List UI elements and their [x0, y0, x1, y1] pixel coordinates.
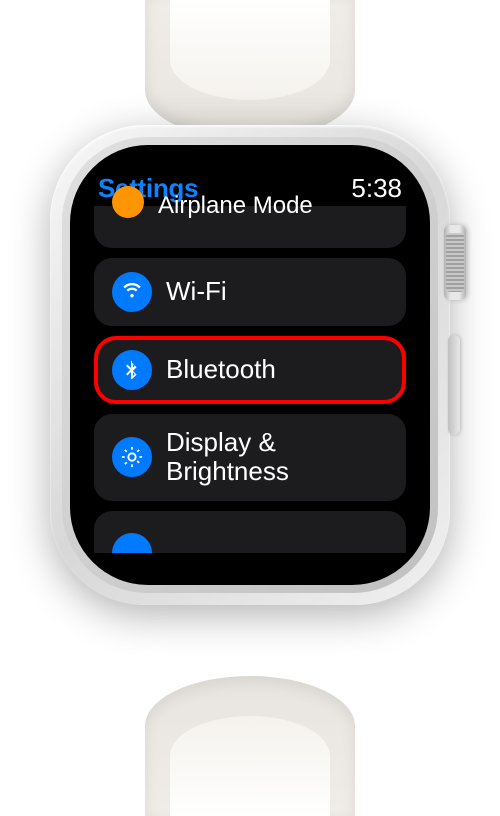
bluetooth-icon	[112, 350, 152, 390]
wifi-icon	[112, 272, 152, 312]
settings-item-label: Wi-Fi	[166, 277, 227, 307]
watch-band-bottom	[145, 676, 355, 816]
settings-item-label: Bluetooth	[166, 355, 276, 385]
settings-item-display[interactable]: Display & Brightness	[94, 414, 406, 502]
settings-item-airplane[interactable]: Airplane Mode	[94, 206, 406, 248]
settings-item-bluetooth[interactable]: Bluetooth	[94, 336, 406, 404]
watch-screen: Settings 5:38 Airplane Mode Wi-Fi	[70, 145, 430, 585]
watch-case-inner: Settings 5:38 Airplane Mode Wi-Fi	[62, 137, 438, 593]
settings-list[interactable]: Airplane Mode Wi-Fi Bluetooth	[94, 210, 406, 553]
side-button[interactable]	[448, 335, 460, 435]
airplane-icon	[112, 186, 144, 218]
watch-band-top	[145, 0, 355, 140]
settings-item-label: Airplane Mode	[158, 192, 313, 220]
digital-crown[interactable]	[444, 225, 466, 300]
unknown-icon	[112, 533, 152, 553]
brightness-icon	[112, 437, 152, 477]
settings-item-next[interactable]	[94, 511, 406, 553]
clock-time: 5:38	[351, 173, 402, 204]
settings-item-label: Display & Brightness	[166, 428, 388, 488]
watch-case: Settings 5:38 Airplane Mode Wi-Fi	[50, 125, 450, 605]
settings-item-wifi[interactable]: Wi-Fi	[94, 258, 406, 326]
